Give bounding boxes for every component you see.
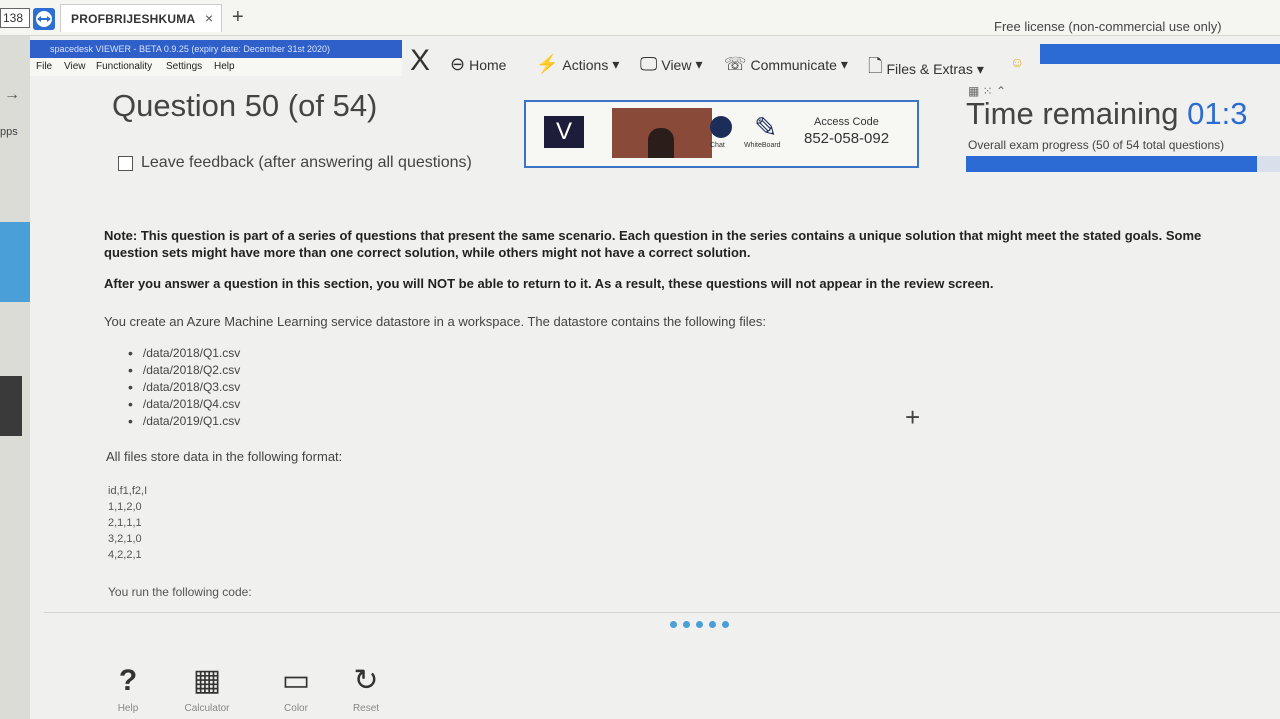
time-remaining-label: Time remaining	[966, 96, 1179, 131]
chevron-down-icon: ▾	[695, 56, 703, 72]
chat-icon[interactable]	[710, 116, 732, 138]
toolbar-home-label: Home	[469, 56, 507, 73]
csv-line: 1,1,2,0	[108, 501, 142, 513]
session-tab[interactable]: PROFBRIJESHKUMA ×	[60, 4, 222, 32]
menu-view[interactable]: View	[64, 61, 86, 72]
csv-line: 4,2,2,1	[108, 549, 142, 561]
viewer-title-bar: spacedesk VIEWER - BETA 0.9.25 (expiry d…	[30, 40, 402, 58]
exam-progress-fill	[966, 156, 1257, 172]
menu-file[interactable]: File	[36, 61, 52, 72]
menu-settings[interactable]: Settings	[166, 61, 202, 72]
reset-label: Reset	[352, 703, 380, 714]
feedback-checkbox[interactable]	[118, 155, 133, 171]
browser-tab-bar: 138 PROFBRIJESHKUMA × + Free license (no…	[0, 0, 1280, 36]
session-tab-label: PROFBRIJESHKUMA	[71, 12, 196, 26]
feedback-label: Leave feedback (after answering all ques…	[141, 154, 472, 171]
chevron-down-icon: ▾	[840, 56, 848, 72]
toolbar-files-extras-label: Files & Extras	[886, 61, 973, 77]
calculator-button[interactable]: ▦ Calculator	[172, 663, 242, 714]
divider	[44, 612, 1280, 613]
file-list: •/data/2018/Q1.csv •/data/2018/Q2.csv • /…	[128, 345, 240, 430]
exam-progress-label: Overall exam progress (50 of 54 total qu…	[968, 138, 1225, 152]
whiteboard-label: WhiteBoard	[744, 142, 781, 149]
time-remaining: Time remaining 01:3	[966, 96, 1247, 132]
access-code-label: Access Code	[814, 116, 879, 128]
reset-button[interactable]: ↻ Reset	[344, 663, 388, 714]
csv-sample: id,f1,f2,I 1,1,2,0 2,1,1,1 3,2,1,0 4,2,2…	[108, 483, 147, 563]
toolbar-files-extras[interactable]: 🗋 Files & Extras ▾	[868, 54, 984, 84]
color-button[interactable]: ▭ Color	[274, 663, 318, 714]
list-item: •/data/2018/Q2.csv	[128, 362, 241, 378]
teamviewer-v-icon[interactable]: V	[544, 116, 584, 148]
help-button[interactable]: ? Help	[108, 663, 148, 714]
back-arrow-icon[interactable]: →	[4, 86, 20, 104]
viewer-menu-bar: File View Functionality Settings Help	[30, 58, 402, 76]
note-text: Note: This question is part of a series …	[104, 228, 1202, 260]
home-icon: ⊖	[450, 54, 466, 74]
toolbar-accent-bar	[1040, 44, 1280, 64]
teamviewer-panel: V Chat ✎ WhiteBoard Access Code 852-058-…	[524, 100, 919, 168]
toolbar-actions[interactable]: ⚡ Actions ▾	[536, 54, 619, 75]
help-label: Help	[117, 703, 139, 714]
calculator-icon: ▦	[192, 664, 222, 697]
file-icon: 🗋	[868, 56, 883, 76]
leave-feedback-option[interactable]: Leave feedback (after answering all ques…	[118, 154, 472, 172]
run-code-text: You run the following code:	[108, 585, 252, 599]
warning-text: After you answer a question in this sect…	[104, 276, 994, 291]
chat-label: Chat	[710, 142, 725, 149]
scenario-intro: You create an Azure Machine Learning ser…	[104, 314, 766, 329]
color-label: Color	[284, 703, 308, 714]
page-title: Question 50 (of 54)	[112, 88, 378, 123]
close-tab-icon[interactable]: ×	[205, 10, 213, 26]
phone-icon: ☏	[724, 54, 747, 74]
teamviewer-logo-icon	[33, 8, 55, 30]
csv-line: id,f1,f2,I	[108, 485, 148, 497]
mouse-cursor-icon: +	[905, 402, 921, 432]
toolbar-actions-label: Actions	[562, 56, 609, 73]
chevron-down-icon: ▾	[976, 60, 984, 77]
menu-functionality[interactable]: Functionality	[96, 61, 152, 72]
tab-count-badge[interactable]: 138	[0, 8, 30, 28]
chevron-down-icon: ▾	[612, 56, 620, 72]
list-item: •/data/2018/Q4.csv	[128, 396, 241, 412]
strip-accent	[0, 222, 30, 302]
new-tab-button[interactable]: +	[232, 6, 244, 29]
whiteboard-icon[interactable]: ✎	[754, 114, 777, 142]
question-icon: ?	[118, 664, 138, 697]
list-item: •/data/2018/Q1.csv	[128, 345, 241, 361]
reset-icon: ↻	[353, 664, 379, 697]
strip-dark-block	[0, 376, 22, 436]
close-icon[interactable]: X	[410, 46, 430, 76]
license-text: Free license (non-commercial use only)	[994, 19, 1222, 34]
emoji-icon[interactable]: ☺	[1010, 54, 1024, 70]
access-code-value: 852-058-092	[804, 130, 890, 147]
list-item: •/data/2018/Q3.csv	[128, 379, 241, 395]
apps-label: pps	[0, 126, 18, 138]
time-remaining-value: 01:3	[1187, 96, 1248, 131]
toolbar-communicate-label: Communicate	[750, 56, 837, 73]
calculator-label: Calculator	[184, 703, 230, 714]
toolbar-communicate[interactable]: ☏ Communicate ▾	[724, 54, 848, 75]
toolbar-view[interactable]: 🖵 View ▾	[640, 54, 702, 75]
list-item: •/data/2019/Q1.csv	[128, 413, 241, 429]
lightning-icon: ⚡	[536, 54, 559, 74]
csv-line: 2,1,1,1	[108, 517, 142, 529]
webcam-preview	[612, 108, 712, 158]
monitor-icon: ▭	[281, 664, 311, 697]
left-sidebar-strip: → pps	[0, 36, 30, 719]
exam-progress-bar	[966, 156, 1280, 172]
monitor-icon: 🖵	[640, 54, 658, 74]
toolbar-home[interactable]: ⊖ Home	[450, 54, 506, 75]
csv-line: 3,2,1,0	[108, 533, 142, 545]
menu-help[interactable]: Help	[214, 61, 235, 72]
toolbar-view-label: View	[661, 56, 692, 73]
loading-dots	[670, 621, 729, 628]
format-intro: All files store data in the following fo…	[106, 449, 343, 464]
